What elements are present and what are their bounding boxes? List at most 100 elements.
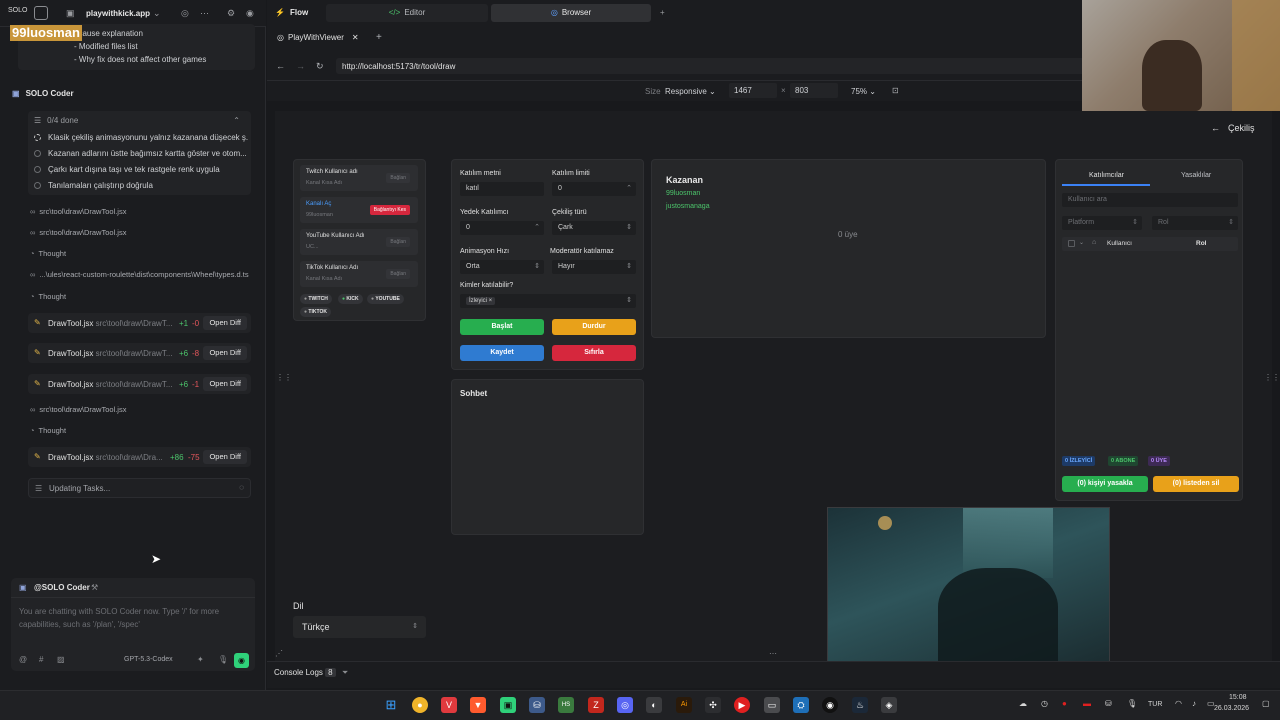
clock-date[interactable]: 26.03.2026 (1214, 705, 1249, 712)
console-logs-tab[interactable]: Console Logs 8 ⏷ (274, 668, 348, 678)
rotate-icon[interactable]: ⊡ (892, 86, 899, 95)
user-search-input[interactable]: Kullanıcı ara (1062, 193, 1238, 207)
log-read-file[interactable]: ∞ src\tool\draw\DrawTool.jsx (30, 405, 126, 414)
forward-arrow-icon[interactable]: → (296, 61, 305, 71)
draw-type-select[interactable]: Çark ⇕ (552, 221, 636, 235)
stop-button[interactable]: Durdur (552, 319, 636, 335)
chat-icon[interactable]: ◎ (181, 8, 189, 19)
windows-start-icon[interactable]: ⊞ (383, 697, 399, 713)
filezilla-icon[interactable]: Z (588, 697, 604, 713)
obs-icon[interactable]: ◉ (822, 697, 838, 713)
platform-chip[interactable]: ● YOUTUBE (367, 294, 404, 304)
page-title[interactable]: Çekiliş (1228, 123, 1255, 133)
connect-button[interactable]: Bağlan (386, 237, 410, 247)
database-icon[interactable]: ⛁ (529, 697, 545, 713)
reset-button[interactable]: Sıfırla (552, 345, 636, 361)
select-all-checkbox[interactable] (1068, 240, 1075, 247)
log-read-file[interactable]: ∞ ...\ules\react-custom-roulette\dist\com… (30, 270, 249, 279)
illustrator-icon[interactable]: Ai (676, 697, 692, 713)
steam-icon[interactable]: ♨ (852, 697, 868, 713)
account-sub[interactable]: UC... (306, 244, 319, 250)
open-diff-button[interactable]: Open Diff (203, 346, 247, 360)
log-read-file[interactable]: ∞ src\tool\draw\DrawTool.jsx (30, 207, 126, 216)
new-tab-button[interactable]: + (660, 4, 665, 22)
blender-icon[interactable]: ◐ (646, 697, 662, 713)
remove-users-button[interactable]: (0) listeden sil (1153, 476, 1239, 492)
tab-bans[interactable]: Yasaklılar (1181, 172, 1211, 179)
tasks-header[interactable]: ☰ 0/4 done ⌃ (34, 116, 248, 125)
language-select[interactable]: Türkçe ⇕ (293, 616, 426, 638)
join-limit-input[interactable]: 0 ⌃ (552, 182, 636, 196)
notification-icon[interactable]: ▢ (1262, 699, 1270, 708)
back-arrow-icon[interactable]: ← (1211, 123, 1220, 133)
log-thought[interactable]: ◔ Thought (30, 249, 66, 258)
save-button[interactable]: Kaydet (460, 345, 544, 361)
chevron-down-icon[interactable]: ⌄ (153, 8, 161, 19)
anim-speed-select[interactable]: Orta ⇕ (460, 260, 544, 274)
log-thought[interactable]: ◔ Thought (30, 426, 66, 435)
role-select[interactable]: Rol ⇕ (1152, 216, 1238, 230)
davinci-icon[interactable]: ✣ (705, 697, 721, 713)
brave-icon[interactable]: ▼ (470, 697, 486, 713)
mic-icon[interactable]: 🎙 (1127, 699, 1137, 708)
wifi-icon[interactable]: ◠ (1175, 699, 1182, 708)
tray-icon[interactable]: ◷ (1041, 699, 1048, 708)
backup-input[interactable]: 0 ⌃ (460, 221, 544, 235)
tab-browser[interactable]: ◎ Browser (491, 4, 651, 22)
network-icon[interactable]: ⛭ (793, 697, 809, 713)
stepper-icon[interactable]: ⌃ (626, 182, 632, 196)
hash-icon[interactable]: # (39, 655, 43, 664)
sidebar-toggle-icon[interactable]: ▣ (66, 8, 75, 19)
height-input[interactable]: 803 (790, 83, 838, 98)
tab-editor[interactable]: </> Editor (326, 4, 488, 22)
open-diff-button[interactable]: Open Diff (203, 316, 247, 330)
platform-select[interactable]: Platform ⇕ (1062, 216, 1142, 230)
tab-flow[interactable]: ⚡ Flow (275, 4, 325, 22)
explorer-icon[interactable]: ▭ (764, 697, 780, 713)
account-title[interactable]: Kanalı Aç (306, 201, 331, 207)
trae-icon[interactable]: ▣ (500, 697, 516, 713)
new-tab-icon[interactable]: + (376, 32, 382, 43)
model-selector[interactable]: GPT-5.3-Codex (124, 656, 173, 663)
zoom-select[interactable]: 75% ⌄ (851, 87, 876, 96)
gear-icon[interactable]: ⚙ (227, 8, 235, 19)
hs-icon[interactable]: HS (558, 697, 574, 713)
tab-participants[interactable]: Katılımcılar (1089, 172, 1124, 179)
connect-button[interactable]: Bağlan (386, 269, 410, 279)
join-text-input[interactable]: katıl (460, 182, 544, 196)
resize-handle-icon[interactable]: ⋯ (769, 649, 777, 658)
stepper-icon[interactable]: ⌃ (534, 221, 540, 235)
mic-icon[interactable]: 🎙 (218, 655, 228, 664)
tray-icon[interactable]: ● (1062, 699, 1067, 708)
open-diff-button[interactable]: Open Diff (203, 450, 247, 464)
chrome-icon[interactable]: ● (412, 697, 428, 713)
moderator-select[interactable]: Hayır ⇕ (552, 260, 636, 274)
filter-icon[interactable]: ⏷ (342, 668, 348, 677)
tray-icon[interactable]: ☁ (1019, 699, 1027, 708)
browser-tab[interactable]: ◎ PlayWithViewer ✕ (277, 33, 359, 42)
resize-corner-icon[interactable]: ⋰ (275, 649, 283, 658)
chevron-down-icon[interactable]: ⌄ (1079, 239, 1084, 246)
image-icon[interactable]: ▨ (57, 655, 65, 664)
start-button[interactable]: Başlat (460, 319, 544, 335)
sparkle-icon[interactable]: ✦ (197, 655, 204, 664)
account-sub[interactable]: Kanal Kısa Adı (306, 276, 342, 282)
close-icon[interactable]: ✕ (352, 33, 359, 42)
tray-icon[interactable]: ▬ (1083, 699, 1091, 708)
tray-icon[interactable]: ⛁ (1105, 699, 1112, 708)
settings-icon[interactable]: ⚒ (91, 583, 98, 592)
responsive-select[interactable]: Responsive ⌄ (665, 87, 716, 96)
layout-icon[interactable] (34, 6, 48, 20)
app-icon[interactable]: ◈ (881, 697, 897, 713)
vivaldi-icon[interactable]: V (441, 697, 457, 713)
log-thought[interactable]: ◔ Thought (30, 292, 66, 301)
media-icon[interactable]: ▶ (734, 697, 750, 713)
chat-placeholder[interactable]: You are chatting with SOLO Coder now. Ty… (19, 607, 219, 616)
ban-users-button[interactable]: (0) kişiyi yasakla (1062, 476, 1148, 492)
col-role[interactable]: Rol (1196, 240, 1206, 247)
input-language[interactable]: TUR (1148, 701, 1162, 708)
back-arrow-icon[interactable]: ← (276, 61, 285, 71)
volume-icon[interactable]: ♪ (1192, 699, 1196, 708)
at-icon[interactable]: @ (19, 655, 27, 664)
resize-handle-icon[interactable]: ⋮⋮ (276, 373, 292, 382)
